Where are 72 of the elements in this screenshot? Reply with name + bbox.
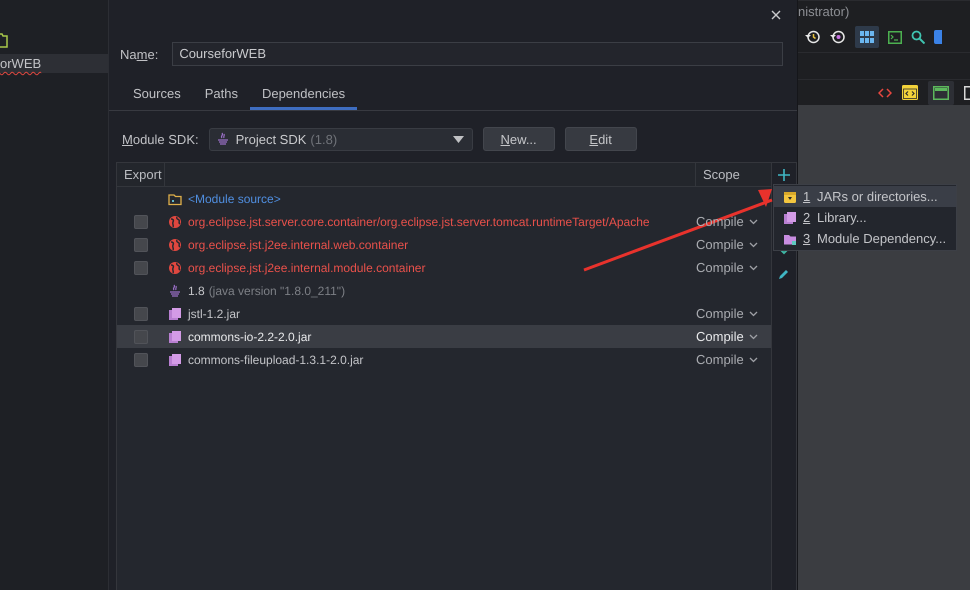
jar-icon (168, 352, 182, 366)
dependency-name: jstl-1.2.jar (188, 306, 240, 320)
dependency-detail: (java version "1.8.0_211") (208, 284, 346, 298)
table-row[interactable]: 1.8 (java version "1.8.0_211") (117, 279, 771, 302)
menu-item[interactable]: 1 JARs or directories... (774, 186, 956, 207)
table-row[interactable]: commons-io-2.2-2.0.jar Compile (117, 325, 771, 348)
globe-icon (168, 214, 182, 228)
chevron-down-icon (748, 356, 758, 362)
dependency-name: commons-fileupload-1.3.1-2.0.jar (188, 352, 364, 366)
checkbox[interactable] (134, 238, 148, 252)
search-icon (911, 30, 925, 44)
tab[interactable]: Paths (192, 83, 250, 110)
name-label: Name: (120, 46, 158, 62)
plus-icon (778, 168, 790, 180)
table-row[interactable]: commons-fileupload-1.3.1-2.0.jar Compile (117, 348, 771, 371)
scope-dropdown[interactable]: Compile (696, 260, 758, 275)
close-icon (771, 10, 781, 20)
code-icon (878, 88, 892, 98)
chevron-down-icon (748, 334, 758, 340)
sdk-button[interactable]: Edit (564, 127, 637, 151)
scope-dropdown[interactable]: Compile (696, 329, 758, 344)
library-icon (783, 210, 797, 224)
history-icon (805, 29, 821, 45)
chevron-down-icon (748, 218, 758, 224)
checkbox[interactable] (134, 306, 148, 320)
tab[interactable]: Dependencies (250, 83, 358, 110)
chevron-down-icon (748, 242, 758, 248)
sdk-dropdown[interactable]: Project SDK (1.8) (208, 128, 473, 150)
checkbox[interactable] (134, 214, 148, 228)
dependency-name: org.eclipse.jst.server.core.container/org.eclipse.jst.server.tomcat.runtimeTarget/Apache (188, 214, 650, 228)
pencil-icon (778, 268, 790, 280)
java-icon (216, 132, 230, 146)
chevron-down-icon (748, 264, 758, 270)
dependency-name: org.eclipse.jst.j2ee.internal.web.container (188, 238, 408, 252)
terminal-icon (888, 30, 902, 44)
sdk-button[interactable]: New... (482, 127, 555, 151)
globe-icon (168, 238, 182, 252)
jar-icon (168, 306, 182, 320)
close-button[interactable] (769, 8, 783, 22)
java-icon (168, 284, 182, 298)
menu-item[interactable]: 2 Library... (774, 207, 956, 228)
table-row[interactable]: org.eclipse.jst.j2ee.internal.web.container Compile (117, 233, 771, 256)
dependency-name: commons-io-2.2-2.0.jar (188, 330, 312, 344)
scope-dropdown[interactable]: Compile (696, 352, 758, 367)
column-header: Scope (695, 163, 771, 186)
revert-icon (830, 29, 846, 45)
tab[interactable]: Sources (121, 83, 193, 110)
dependency-name: org.eclipse.jst.j2ee.internal.module.container (188, 260, 426, 274)
checkbox[interactable] (134, 260, 148, 274)
globe-icon (168, 260, 182, 274)
name-field[interactable]: CourseforWEB (172, 42, 783, 66)
window-title: nistrator) (798, 4, 850, 19)
menu-item[interactable]: 3 Module Dependency... (774, 228, 956, 249)
grid-icon (860, 31, 874, 43)
column-header: Export (117, 163, 165, 186)
module-item[interactable]: orWEB (0, 54, 108, 73)
checkbox[interactable] (134, 352, 148, 366)
scope-dropdown[interactable]: Compile (696, 306, 758, 321)
chevron-down-icon (748, 310, 758, 316)
dependency-name: 1.8 (188, 284, 205, 298)
jar-icon (168, 330, 182, 344)
sdk-label: Module SDK: (122, 132, 199, 146)
scope-dropdown[interactable]: Compile (696, 237, 758, 252)
table-row[interactable]: org.eclipse.jst.j2ee.internal.module.container Compile (117, 256, 771, 279)
folder-icon (168, 192, 182, 206)
table-row[interactable]: jstl-1.2.jar Compile (117, 302, 771, 325)
dropdown-arrow-icon (452, 136, 464, 142)
folder-icon (0, 32, 8, 48)
table-row[interactable]: <Module source> (117, 187, 771, 210)
code-window-icon (902, 85, 918, 100)
dependency-name: <Module source> (188, 192, 281, 206)
jar-box-icon (783, 190, 797, 204)
